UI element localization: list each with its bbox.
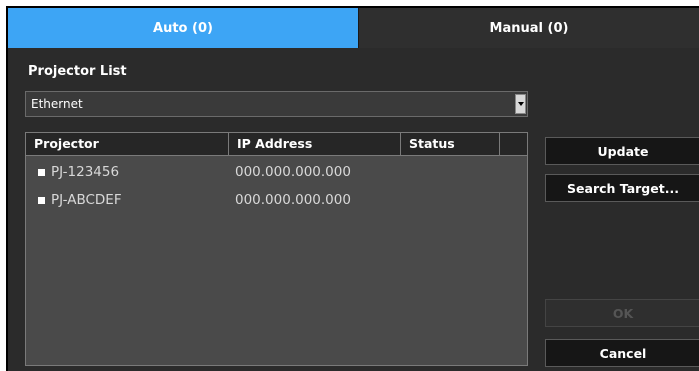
tab-manual[interactable]: Manual (0): [358, 8, 699, 48]
projector-ip: 000.000.000.000: [235, 192, 351, 208]
projector-ip: 000.000.000.000: [235, 164, 351, 180]
table-row[interactable]: PJ-123456 000.000.000.000: [26, 161, 527, 183]
update-button[interactable]: Update: [545, 137, 699, 165]
interface-select-value: Ethernet: [31, 97, 83, 111]
cancel-button[interactable]: Cancel: [545, 339, 699, 367]
tab-auto[interactable]: Auto (0): [8, 8, 358, 48]
search-target-button[interactable]: Search Target...: [545, 174, 699, 202]
interface-select[interactable]: Ethernet: [25, 91, 528, 117]
table-header: Projector IP Address Status: [26, 133, 527, 156]
table-row[interactable]: PJ-ABCDEF 000.000.000.000: [26, 189, 527, 211]
bullet-icon: [38, 169, 45, 176]
column-header-spacer: [500, 133, 527, 155]
column-header-ip-address[interactable]: IP Address: [229, 133, 401, 155]
column-header-projector[interactable]: Projector: [26, 133, 229, 155]
column-header-status[interactable]: Status: [401, 133, 500, 155]
projector-list-heading: Projector List: [28, 64, 127, 79]
projector-search-dialog: Auto (0) Manual (0) Projector List Ether…: [6, 6, 699, 371]
projector-name: PJ-ABCDEF: [51, 192, 122, 208]
ok-button[interactable]: OK: [545, 299, 699, 327]
projector-name: PJ-123456: [51, 164, 120, 180]
projector-table: Projector IP Address Status PJ-123456 00…: [25, 132, 528, 366]
bullet-icon: [38, 197, 45, 204]
tab-bar: Auto (0) Manual (0): [8, 8, 699, 48]
chevron-down-icon[interactable]: [515, 94, 526, 114]
